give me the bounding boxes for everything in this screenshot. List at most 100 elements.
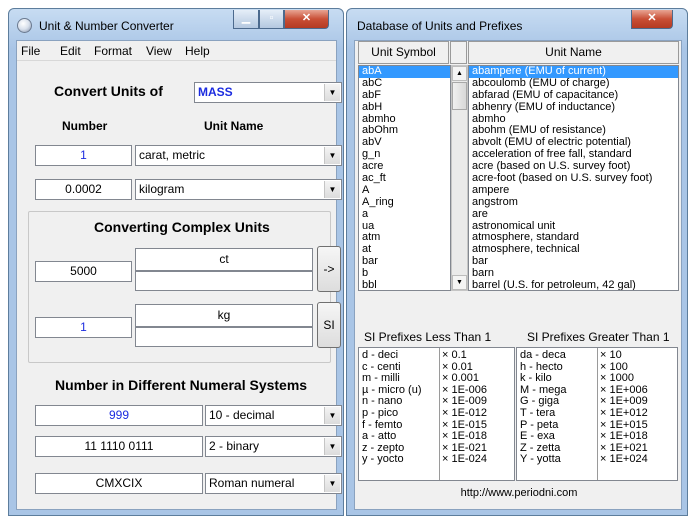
- scroll-up-icon[interactable]: ▲: [452, 66, 467, 81]
- prefix-row: da - deca × 10: [517, 349, 677, 362]
- list-item[interactable]: abH: [359, 101, 450, 114]
- minimize-button[interactable]: ▁: [233, 10, 259, 29]
- unit-value-1: carat, metric: [139, 148, 206, 162]
- numeral-system-3[interactable]: Roman numeral ▼: [205, 473, 342, 494]
- number-input-1[interactable]: 1: [35, 145, 132, 166]
- prefix-factor: × 1E-018: [442, 430, 487, 443]
- window-title: Database of Units and Prefixes: [357, 19, 523, 33]
- maximize-button[interactable]: ▫: [259, 10, 284, 29]
- list-item[interactable]: A_ring: [359, 196, 450, 209]
- prefix-name: Y - yotta: [520, 453, 561, 466]
- chevron-down-icon[interactable]: ▼: [324, 147, 340, 164]
- list-item[interactable]: ampere: [469, 184, 678, 197]
- list-item[interactable]: bbl: [359, 279, 450, 290]
- prefix-less-title: SI Prefixes Less Than 1: [364, 330, 492, 344]
- menu-format[interactable]: Format: [94, 44, 132, 58]
- menu-help[interactable]: Help: [185, 44, 210, 58]
- list-item[interactable]: angstrom: [469, 196, 678, 209]
- convert-heading: Convert Units of: [54, 83, 163, 99]
- prefix-name: da - deca: [520, 349, 566, 361]
- category-select[interactable]: MASS ▼: [194, 82, 342, 103]
- prefix-row: p - pico × 1E-012: [359, 406, 514, 420]
- close-button[interactable]: ✕: [284, 10, 329, 29]
- chevron-down-icon[interactable]: ▼: [324, 407, 340, 424]
- number-input-2[interactable]: 0.0002: [35, 179, 132, 200]
- prefix-factor: × 1E-012: [442, 406, 487, 419]
- close-button[interactable]: ✕: [631, 10, 673, 29]
- chevron-down-icon[interactable]: ▼: [324, 84, 340, 101]
- list-item[interactable]: atmosphere, technical: [469, 243, 678, 256]
- complex-unit-2b[interactable]: [135, 327, 313, 347]
- chevron-down-icon[interactable]: ▼: [324, 438, 340, 455]
- list-item[interactable]: atm: [359, 232, 450, 244]
- complex-number-1[interactable]: 5000: [35, 261, 132, 282]
- unit-value-2: kilogram: [139, 182, 185, 196]
- menu-file[interactable]: File: [21, 44, 40, 58]
- list-item[interactable]: A: [359, 184, 450, 197]
- list-item[interactable]: are: [469, 208, 678, 221]
- list-item[interactable]: abF: [359, 89, 450, 102]
- list-item[interactable]: abfarad (EMU of capacitance): [469, 89, 678, 102]
- chevron-down-icon[interactable]: ▼: [324, 181, 340, 198]
- converter-window: Unit & Number Converter ▁ ▫ ✕ File Edit …: [8, 8, 344, 516]
- menu-view[interactable]: View: [146, 44, 172, 58]
- scrollbar[interactable]: ▲ ▼: [451, 65, 468, 291]
- unit-name-list[interactable]: abampere (EMU of current) abcoulomb (EMU …: [468, 65, 679, 291]
- list-item[interactable]: bar: [469, 255, 678, 268]
- website-link[interactable]: http://www.periodni.com: [355, 487, 683, 499]
- numeral-heading: Number in Different Numeral Systems: [55, 377, 308, 393]
- prefix-name: T - tera: [520, 406, 556, 419]
- numeral-system-1[interactable]: 10 - decimal ▼: [205, 405, 342, 426]
- si-button[interactable]: SI: [317, 302, 341, 348]
- prefix-factor: × 1E-024: [442, 453, 487, 466]
- unit-symbol-header[interactable]: Unit Symbol: [358, 41, 449, 64]
- prefix-factor: × 10: [600, 349, 622, 361]
- numeral-system-1-value: 10 - decimal: [209, 408, 275, 422]
- complex-unit-2[interactable]: kg: [135, 304, 313, 327]
- list-item[interactable]: barrel (U.S. for petroleum, 42 gal): [469, 279, 678, 290]
- convert-arrow-button[interactable]: ->: [317, 246, 341, 292]
- prefix-factor: × 1E+024: [600, 453, 648, 466]
- unit-select-1[interactable]: carat, metric ▼: [135, 145, 342, 166]
- prefix-factor: × 1E+012: [600, 406, 648, 419]
- prefix-row: d - deci × 0.1: [359, 349, 514, 362]
- title-bar[interactable]: Database of Units and Prefixes ✕: [347, 9, 687, 41]
- prefix-row: y - yocto × 1E-024: [359, 454, 514, 466]
- close-icon: ✕: [647, 12, 657, 24]
- complex-heading: Converting Complex Units: [94, 219, 270, 235]
- list-item[interactable]: abcoulomb (EMU of charge): [469, 77, 678, 90]
- list-item[interactable]: abC: [359, 77, 450, 90]
- header-spacer: [450, 41, 467, 64]
- prefix-row: a - atto × 1E-018: [359, 431, 514, 443]
- maximize-icon: ▫: [269, 12, 274, 24]
- numeral-value-3[interactable]: CMXCIX: [35, 473, 203, 494]
- complex-unit-1b[interactable]: [135, 271, 313, 291]
- scroll-down-icon[interactable]: ▼: [452, 275, 467, 290]
- numeral-system-2[interactable]: 2 - binary ▼: [205, 436, 342, 457]
- unit-symbol-list[interactable]: abA abC abF abH abmho abOhm abV g_n acre ac_ft A A_…: [358, 65, 451, 291]
- unit-name-header[interactable]: Unit Name: [468, 41, 679, 64]
- title-bar[interactable]: Unit & Number Converter ▁ ▫ ✕: [9, 9, 343, 41]
- menu-edit[interactable]: Edit: [60, 44, 81, 58]
- complex-unit-1[interactable]: ct: [135, 248, 313, 271]
- scroll-thumb[interactable]: [452, 82, 467, 110]
- prefix-row: Y - yotta × 1E+024: [517, 454, 677, 466]
- chevron-down-icon[interactable]: ▼: [324, 475, 340, 492]
- unit-select-2[interactable]: kilogram ▼: [135, 179, 342, 200]
- app-icon: [17, 18, 32, 33]
- minimize-icon: ▁: [241, 12, 251, 24]
- list-item[interactable]: ac_ft: [359, 172, 450, 185]
- list-item[interactable]: a: [359, 208, 450, 221]
- prefix-name: d - deci: [362, 349, 399, 361]
- close-icon: ✕: [301, 12, 312, 24]
- converter-client: File Edit Format View Help Convert Units…: [16, 40, 342, 510]
- numeral-value-2[interactable]: 11 1110 0111: [35, 436, 203, 457]
- numeral-value-1[interactable]: 999: [35, 405, 203, 426]
- complex-number-2[interactable]: 1: [35, 317, 132, 338]
- list-item[interactable]: bar: [359, 255, 450, 268]
- prefix-greater-table: da - deca × 10 h - hecto × 100 k - kilo × 100…: [516, 347, 678, 481]
- prefix-factor: × 1E+018: [600, 430, 648, 443]
- prefix-greater-title: SI Prefixes Greater Than 1: [527, 330, 670, 344]
- list-item[interactable]: abhenry (EMU of inductance): [469, 101, 678, 114]
- window-title: Unit & Number Converter: [39, 19, 174, 33]
